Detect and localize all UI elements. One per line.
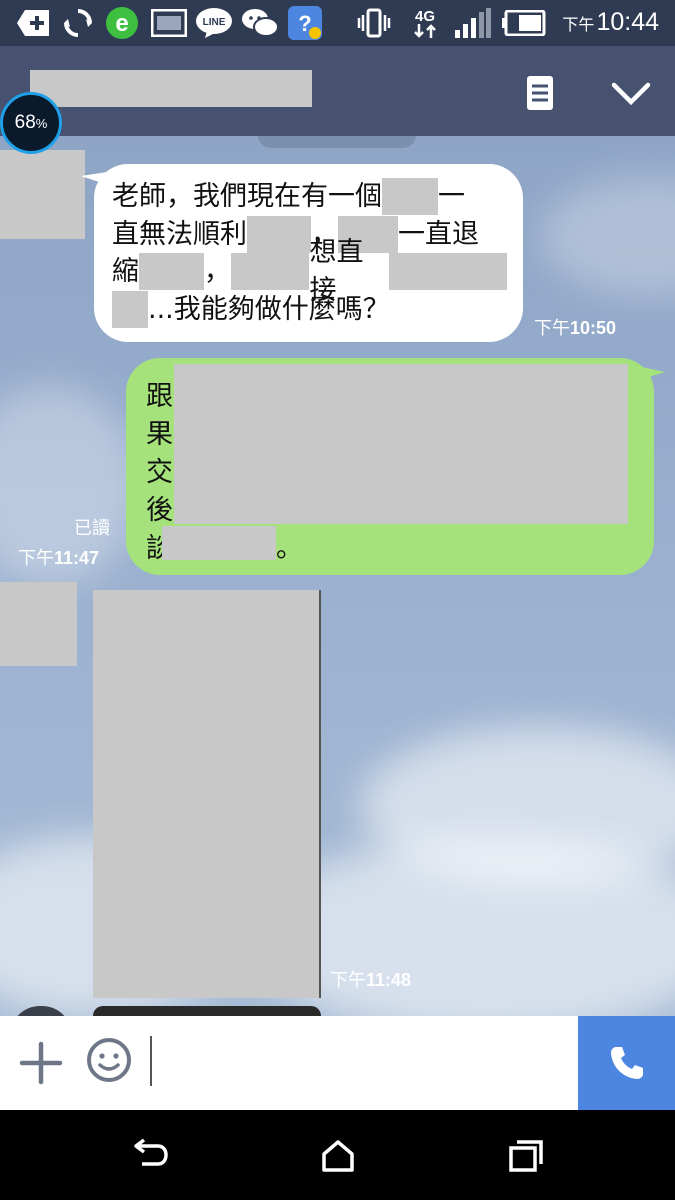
notes-icon <box>527 76 553 110</box>
message-char: 交 <box>146 457 173 488</box>
battery-icon <box>502 7 546 39</box>
battery-widget[interactable]: 68% <box>0 92 62 154</box>
redacted-text <box>162 526 276 560</box>
status-bar: e LINE ? 4G 下午10:44 <box>0 0 675 46</box>
redacted-text <box>174 364 628 524</box>
chevron-down-icon <box>611 82 651 106</box>
message-input[interactable] <box>150 1036 570 1086</box>
redacted-text <box>247 215 311 253</box>
message-segment: 一直退 <box>398 218 479 250</box>
svg-text:LINE: LINE <box>203 17 226 28</box>
sender-avatar[interactable] <box>0 150 85 239</box>
message-time-value: 11:48 <box>366 970 412 990</box>
message-time-prefix: 下午 <box>534 318 570 338</box>
message-time: 下午10:50 <box>534 314 616 340</box>
navigation-bar <box>0 1110 675 1200</box>
line-app-icon: LINE <box>194 7 234 39</box>
add-box-icon <box>16 7 52 39</box>
date-chip <box>258 136 416 148</box>
redacted-text <box>382 178 438 216</box>
redacted-text <box>139 253 204 291</box>
image-message[interactable] <box>93 590 321 998</box>
status-clock-prefix: 下午 <box>562 17 595 34</box>
sender-avatar[interactable] <box>0 582 77 666</box>
emoji-button[interactable] <box>85 1036 133 1084</box>
chat-header <box>0 46 675 136</box>
call-button[interactable] <box>578 1016 675 1110</box>
message-line: ...我能夠做什麼嗎？ <box>112 290 507 329</box>
battery-widget-unit: % <box>35 115 48 131</box>
status-clock-time: 10:44 <box>596 8 659 36</box>
image-message-thumbnail[interactable] <box>93 1006 321 1016</box>
message-line: 縮，想直接 <box>112 237 507 306</box>
input-bar <box>0 1016 675 1110</box>
message-time-value: 10:50 <box>570 318 617 338</box>
svg-text:e: e <box>115 10 128 37</box>
background-cloud <box>540 176 675 296</box>
notes-button[interactable] <box>521 74 559 112</box>
back-icon <box>134 1138 168 1166</box>
redacted-text <box>389 253 507 291</box>
redacted-text <box>230 253 310 291</box>
message-segment: ...我能夠做什麼嗎？ <box>148 293 390 325</box>
browser-e-icon: e <box>104 7 140 39</box>
vibrate-icon <box>356 7 392 39</box>
message-time-prefix: 下午 <box>18 548 54 568</box>
message-time-prefix: 下午 <box>330 970 366 990</box>
message-segment: 縮 <box>112 256 139 287</box>
emoji-icon <box>87 1038 131 1082</box>
recent-apps-icon <box>509 1140 543 1172</box>
back-button[interactable] <box>130 1138 170 1174</box>
status-clock: 下午10:44 <box>562 8 659 37</box>
chat-title-redacted[interactable] <box>30 70 312 107</box>
collapse-button[interactable] <box>605 74 657 112</box>
network-4g-icon: 4G <box>408 7 442 39</box>
home-icon <box>322 1140 354 1172</box>
message-char: 跟 <box>146 381 173 412</box>
redacted-text <box>112 290 148 328</box>
battery-widget-value: 68 <box>14 112 36 133</box>
message-bubble-outgoing[interactable]: 跟 果 交 後 談 。 <box>126 358 654 575</box>
sync-icon <box>60 7 96 39</box>
message-text: 老師，我們現在有一個一 直無法順利，一直退 縮，想直接 ...我能夠做什麼嗎？ <box>112 178 507 328</box>
message-segment: 直無法順利 <box>112 218 247 250</box>
gallery-icon <box>150 7 188 39</box>
add-button[interactable] <box>18 1040 64 1086</box>
read-receipt: 已讀 <box>74 518 110 539</box>
phone-icon <box>610 1047 643 1079</box>
message-time: 下午11:48 <box>330 966 411 992</box>
network-type: 4G <box>414 7 435 25</box>
message-char: 果 <box>146 419 173 450</box>
message-char: 。 <box>276 533 303 564</box>
message-time: 下午11:47 <box>18 544 99 570</box>
message-segment: ， <box>203 256 231 287</box>
home-button[interactable] <box>318 1138 358 1174</box>
message-segment: 老師，我們現在有一個 <box>112 181 382 212</box>
signal-icon <box>452 7 492 39</box>
wechat-icon <box>240 7 280 39</box>
message-bubble-incoming[interactable]: 老師，我們現在有一個一 直無法順利，一直退 縮，想直接 ...我能夠做什麼嗎？ <box>94 164 523 342</box>
message-time-value: 11:47 <box>54 548 100 568</box>
recent-apps-button[interactable] <box>506 1138 546 1174</box>
message-char: 後 <box>146 495 173 526</box>
plus-icon <box>19 1041 63 1085</box>
help-bot-icon: ? <box>286 6 324 40</box>
message-segment: 一 <box>438 181 465 212</box>
message-line: 老師，我們現在有一個 一 <box>112 178 507 216</box>
chat-area[interactable]: 老師，我們現在有一個一 直無法順利，一直退 縮，想直接 ...我能夠做什麼嗎？ … <box>0 136 675 1016</box>
